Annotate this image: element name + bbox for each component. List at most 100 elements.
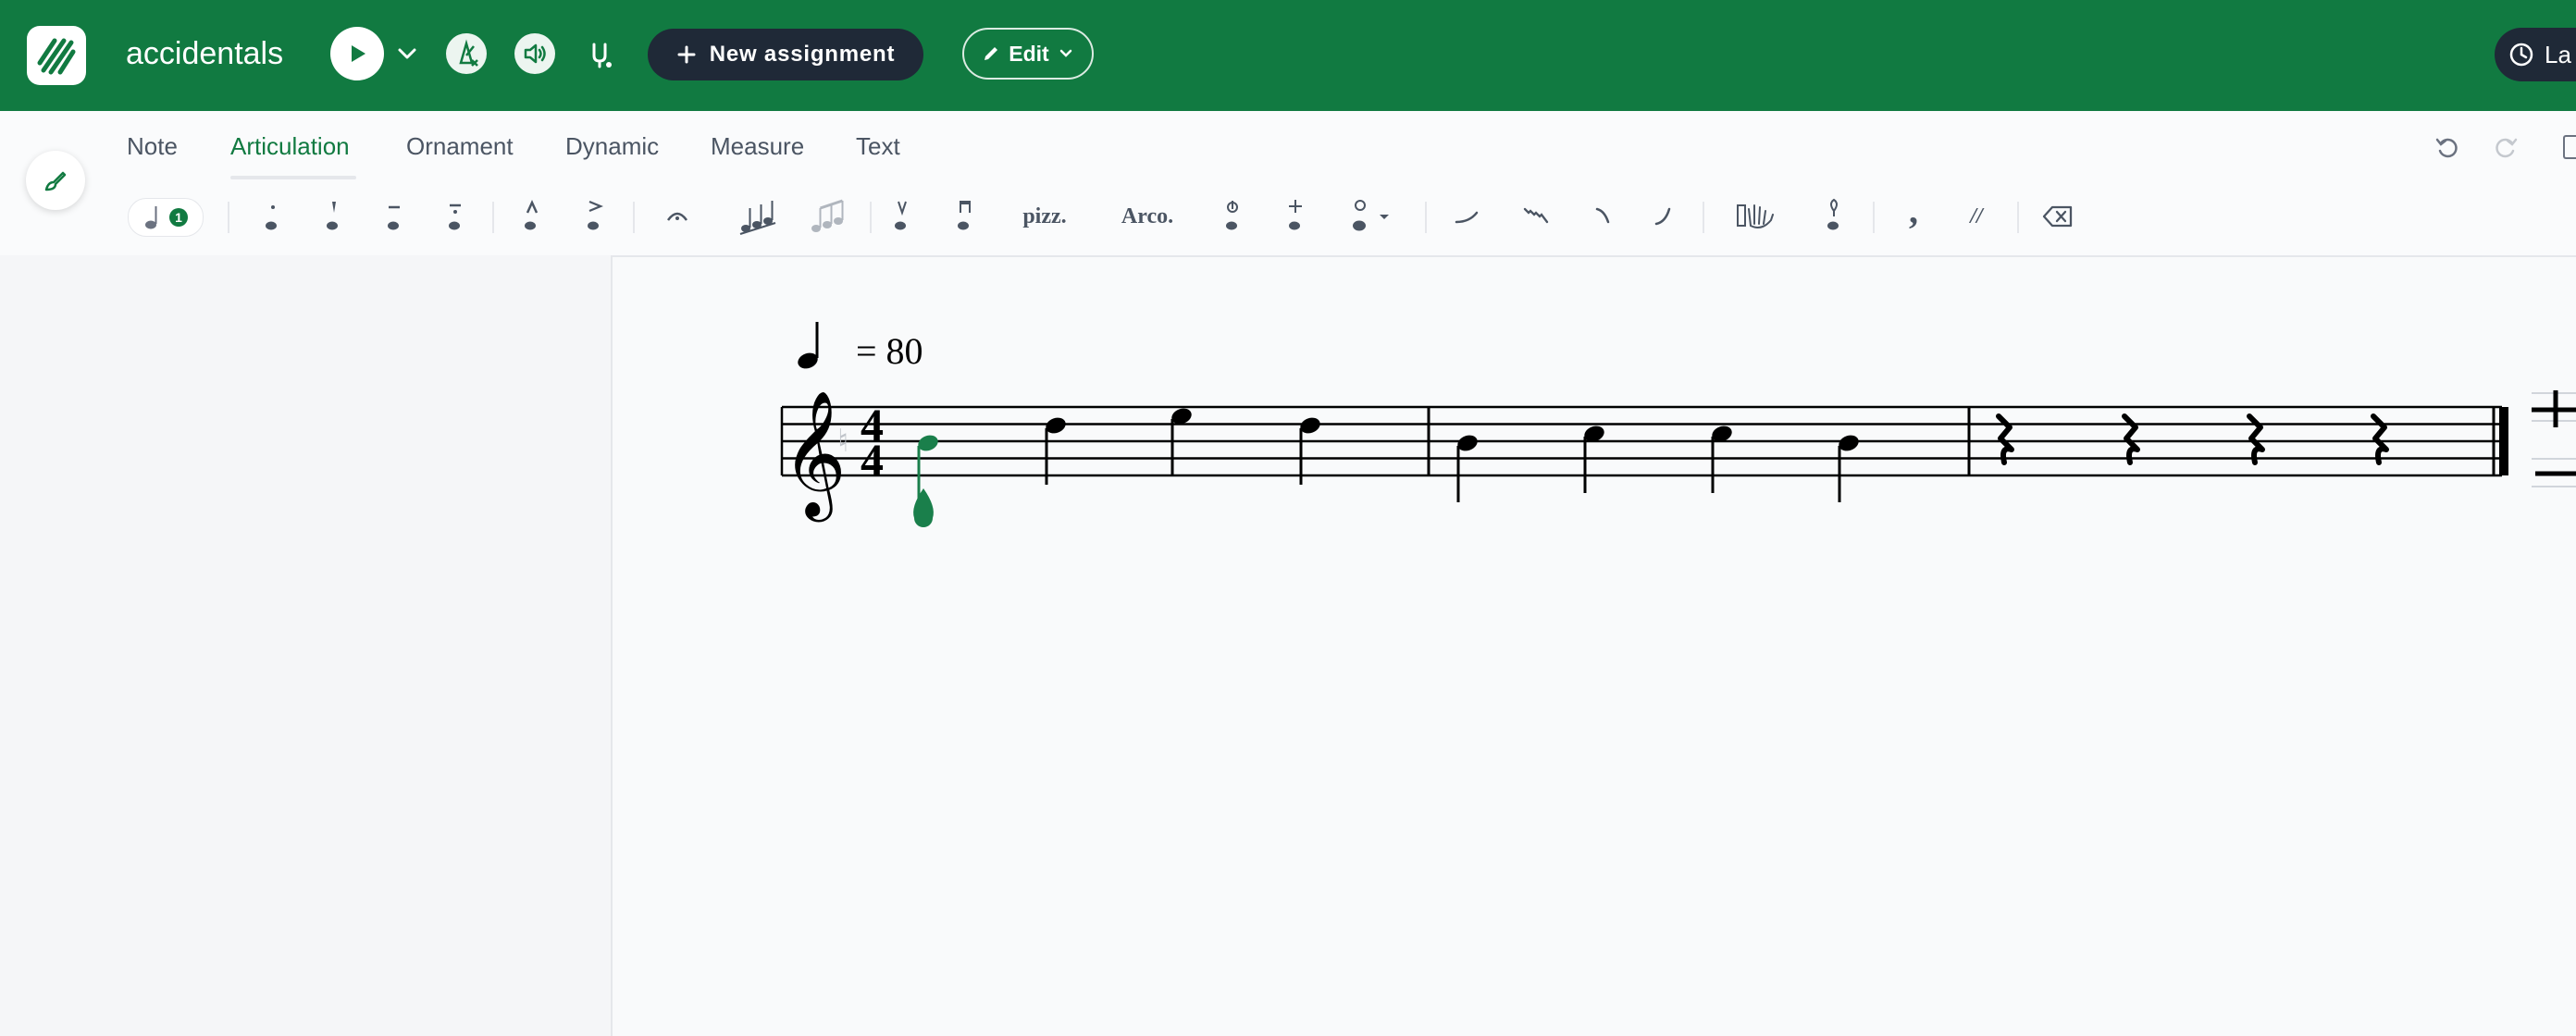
treble-clef-icon: 𝄞 [782,388,847,522]
top-bar: accidentals New assignment Edit La [0,0,2576,111]
undo-button[interactable] [2433,132,2462,162]
document-title[interactable]: accidentals [126,33,283,74]
selected-note[interactable] [913,433,940,527]
metronome-toggle[interactable] [446,33,487,74]
play-icon [352,45,365,62]
tuning-fork-icon [592,43,612,68]
breath-mark-label: , [1909,190,1918,231]
note[interactable] [1837,433,1861,502]
new-assignment-button[interactable]: New assignment [648,29,923,80]
sound-toggle[interactable] [514,33,555,74]
voice-selector[interactable]: 1 [128,198,204,237]
final-barline-thick [2499,407,2508,475]
history-pill-button[interactable]: La [2495,28,2576,81]
toolbar-separator [1873,202,1875,233]
pizzicato-label: pizz. [1022,204,1067,228]
quarter-rest[interactable] [2247,413,2265,465]
play-button[interactable] [330,27,384,80]
arco-button[interactable]: Arco. [1114,194,1181,239]
tab-ornament[interactable]: Ornament [406,131,514,161]
history-pill-label: La [2545,40,2571,68]
redo-button[interactable] [2491,132,2520,162]
hands-icon [1737,204,1774,228]
plus-icon [677,45,696,64]
pizzicato-button[interactable]: pizz. [1012,194,1077,239]
marcato-button[interactable] [514,194,548,239]
toolbar-separator [2017,202,2019,233]
staccatissimo-button[interactable] [316,194,350,239]
note[interactable] [1044,415,1068,485]
staccato-icon [266,205,277,230]
toolbar-separator [228,202,229,233]
down-bow-button[interactable] [947,194,981,239]
tempo-marking[interactable]: = 80 [856,330,923,373]
redo-icon [2496,138,2518,158]
hand-technique-button[interactable] [1734,194,1778,239]
doit-button[interactable] [1647,194,1680,239]
playback-options-dropdown[interactable] [394,43,420,65]
caesura-button[interactable]: // [1958,194,1995,239]
snap-pizzicato-icon [1226,201,1238,230]
snap-pizzicato-button[interactable] [1216,194,1249,239]
breath-mark-button[interactable]: , [1897,190,1930,239]
toolbar-separator [870,202,872,233]
fermata-button[interactable] [661,194,694,239]
backspace-icon [2042,205,2073,228]
time-signature-bottom: 4 [861,434,884,486]
arco-label: Arco. [1121,204,1174,228]
voice-number-badge: 1 [169,208,188,227]
toolbar-separator [633,202,635,233]
tab-measure[interactable]: Measure [711,131,804,161]
tempo-note-icon[interactable] [796,322,820,371]
delete-articulation-button[interactable] [2039,194,2076,239]
note[interactable] [1170,406,1194,476]
add-measure-button[interactable] [2532,390,2576,427]
fermata-icon [666,212,688,221]
portato-icon [449,204,461,230]
chevron-down-icon [398,48,416,59]
doit-icon [1654,207,1671,226]
tenuto-button[interactable] [378,194,411,239]
pencil-icon [985,47,998,60]
accent-button[interactable] [577,194,611,239]
quarter-rest[interactable] [1996,413,2014,465]
natural-accidental-ghost: ♮ [837,423,848,460]
arpeggio-down-button[interactable] [807,194,849,239]
up-bow-button[interactable] [885,194,918,239]
speaker-icon [524,43,546,64]
tab-articulation[interactable]: Articulation [230,131,350,161]
tab-text[interactable]: Text [856,131,900,161]
toolbar-separator [492,202,494,233]
grace-notes-faded-icon [811,199,844,232]
portato-button[interactable] [439,194,472,239]
note[interactable] [1298,415,1322,485]
plop-button[interactable] [1586,194,1619,239]
scoop-button[interactable] [1451,194,1484,239]
tuning-button[interactable] [581,35,622,76]
up-bow-icon [895,201,907,230]
note[interactable] [1582,424,1606,493]
staff [782,405,2502,477]
tempo-value: = 80 [856,330,923,372]
note[interactable] [1710,424,1734,493]
note[interactable] [1455,433,1480,502]
quarter-rest[interactable] [2371,413,2389,465]
app-logo[interactable] [27,26,86,85]
harmonic-button[interactable] [1342,194,1393,239]
instrument-palette-button[interactable] [26,151,85,210]
fall-button[interactable] [1519,194,1553,239]
stopped-button[interactable] [1817,194,1851,239]
staccato-button[interactable] [255,194,289,239]
tab-note[interactable]: Note [127,131,178,161]
clock-icon [2509,43,2533,67]
arpeggio-up-button[interactable] [737,194,779,239]
tab-dynamic[interactable]: Dynamic [565,131,659,161]
quarter-rest[interactable] [2122,413,2140,465]
remove-measure-button[interactable] [2532,458,2576,487]
voice-note-icon [145,206,157,229]
chevron-down-icon [1059,49,1071,57]
doit-wavy-icon [1523,207,1549,224]
panel-toggle-icon[interactable] [2563,135,2576,159]
left-hand-pizzicato-button[interactable] [1279,194,1312,239]
edit-dropdown-button[interactable]: Edit [962,28,1094,80]
